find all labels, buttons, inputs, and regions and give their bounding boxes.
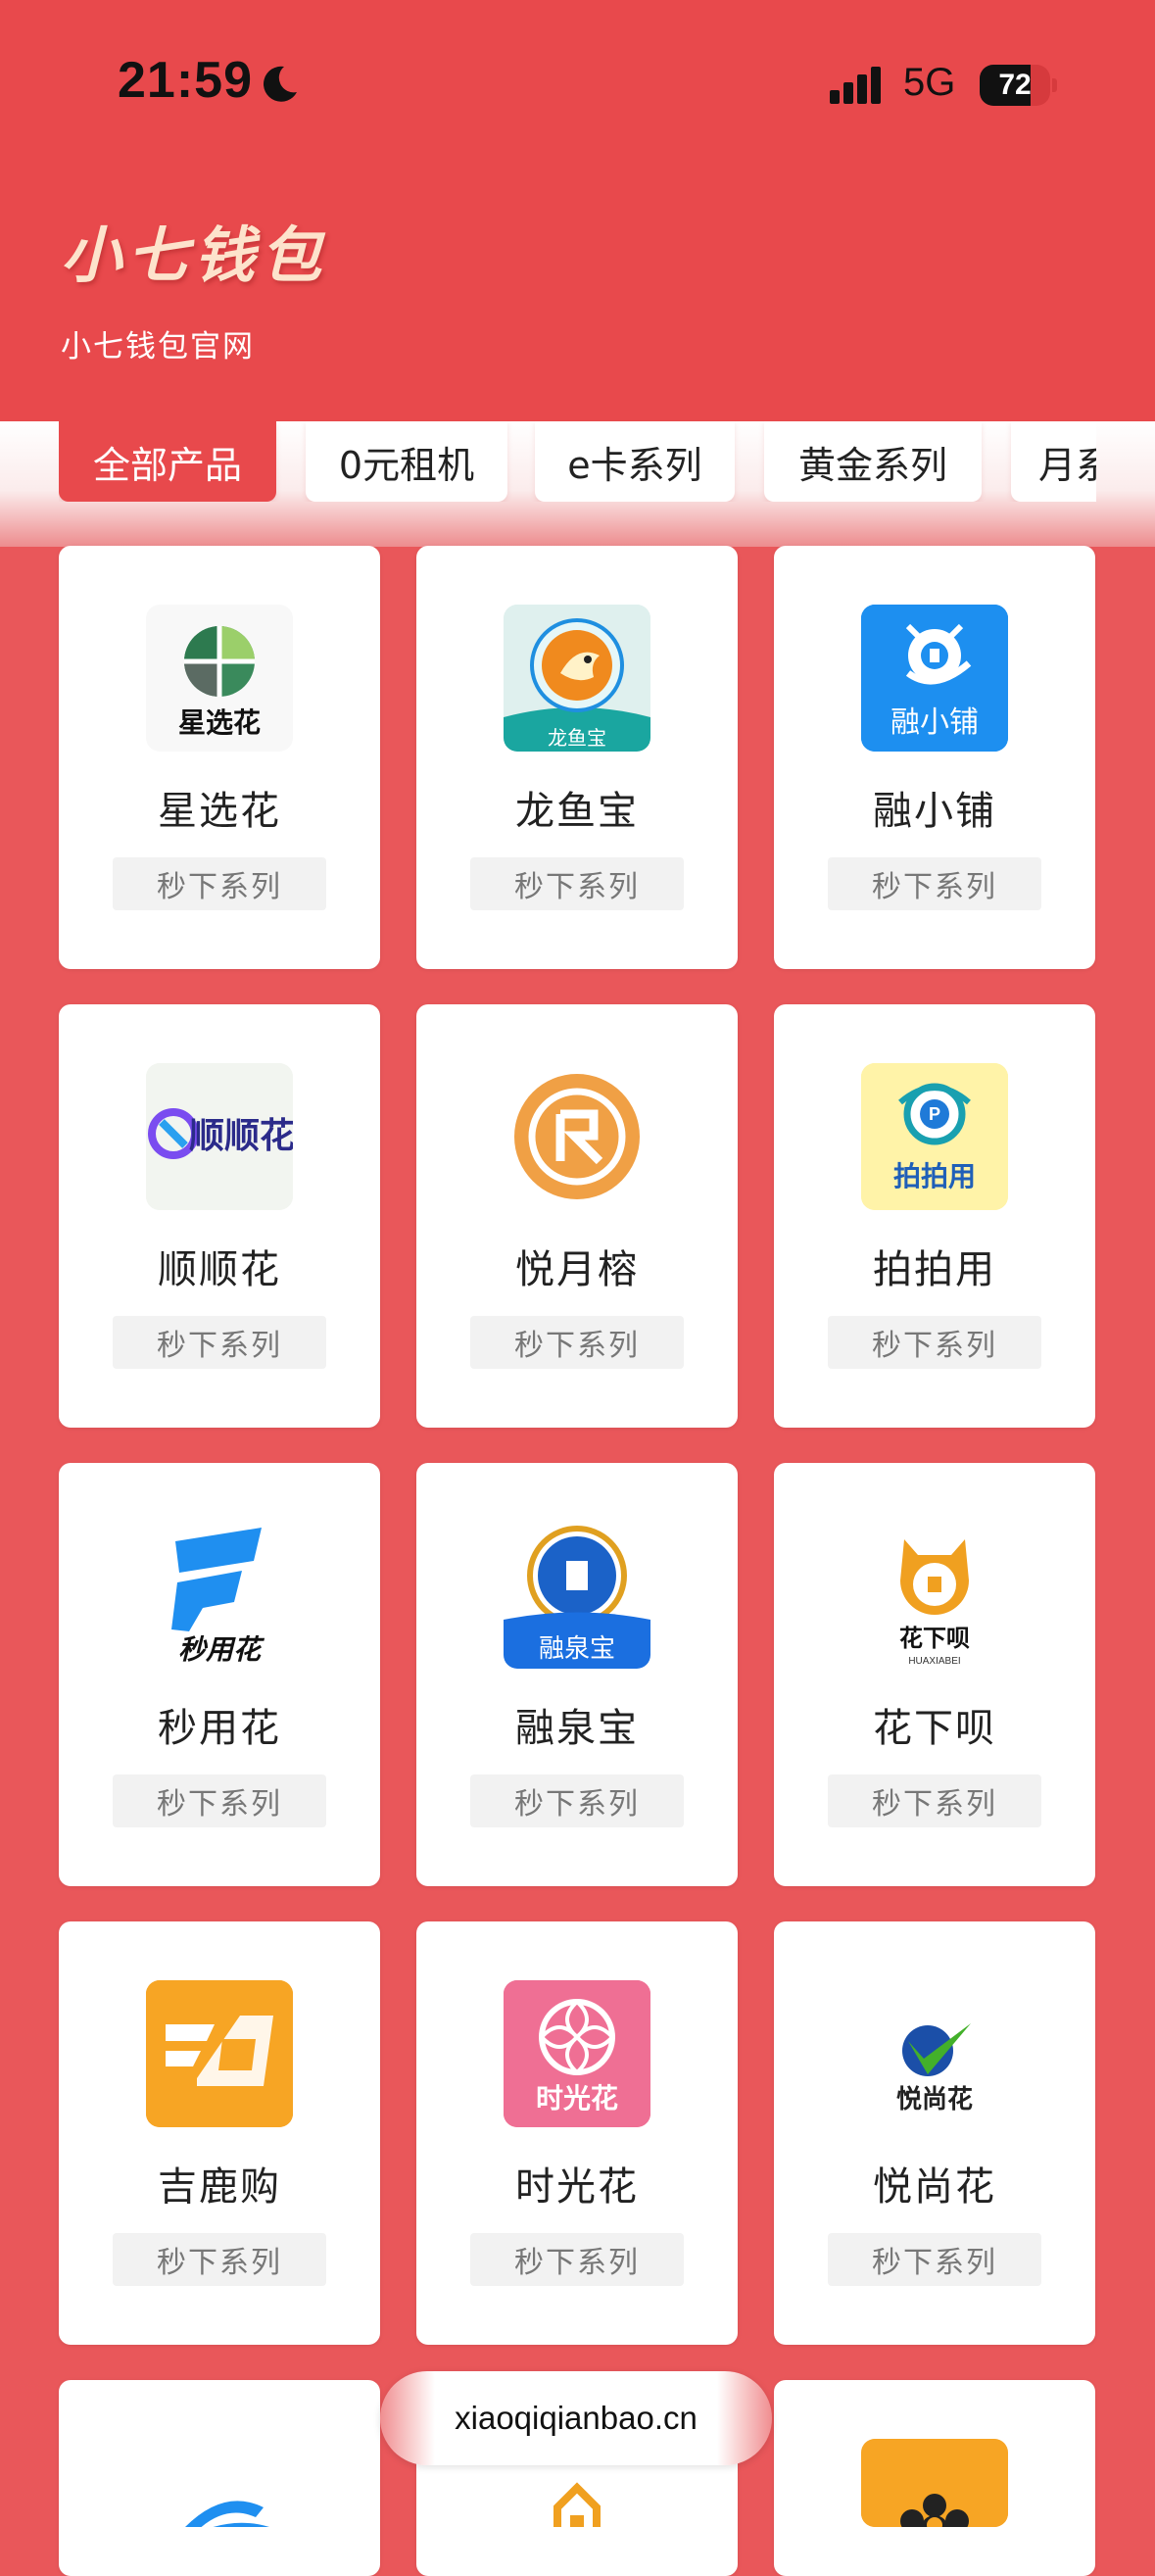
product-card[interactable]: 悦尚花 悦尚花 秒下系列 [774,1921,1095,2345]
category-tabs-bar: 全部产品 0元租机 e卡系列 黄金系列 月系 [0,421,1155,547]
product-name: 悦月榕 [515,1247,639,1292]
product-tag: 秒下系列 [470,857,684,910]
status-time: 21:59 [118,52,253,109]
partial-flower-logo-icon [861,2439,1008,2527]
logo-text: 悦尚花 [896,2084,973,2114]
logo-text: 顺顺花 [189,1116,293,1156]
product-name: 顺顺花 [158,1247,281,1292]
product-tag: 秒下系列 [828,2233,1041,2286]
logo-subtext: HUAXIABEI [908,1656,960,1667]
battery-icon: 72 [980,65,1050,106]
product-name: 融小铺 [873,789,996,834]
xingxuanhua-logo-icon: 星选花 [146,605,293,752]
product-name: 融泉宝 [515,1706,639,1751]
app-header: 21:59 5G 72 小七钱包 小七钱包官网 [0,0,1155,421]
network-label: 5G [903,61,956,104]
product-card[interactable]: 顺顺花 顺顺花 秒下系列 [59,1004,380,1428]
product-tag: 秒下系列 [113,2233,326,2286]
product-card[interactable]: P 拍拍用 拍拍用 秒下系列 [774,1004,1095,1428]
product-card[interactable]: 龙鱼宝 龙鱼宝 秒下系列 [416,546,738,969]
signal-icon [830,67,881,104]
partial-blue-logo-icon [146,2439,293,2527]
tab-monthly[interactable]: 月系 [1011,421,1096,502]
product-card[interactable]: 秒用花 秒用花 秒下系列 [59,1463,380,1886]
product-card[interactable] [774,2380,1095,2576]
yueshanghua-logo-icon: 悦尚花 [861,1980,1008,2127]
rongxiaopu-logo-icon: 融小铺 [861,605,1008,752]
site-url-pill[interactable]: xiaoqiqianbao.cn [380,2371,772,2465]
status-bar: 21:59 5G 72 [0,0,1155,171]
product-tag: 秒下系列 [470,2233,684,2286]
product-name: 秒用花 [158,1706,281,1751]
product-tag: 秒下系列 [470,1774,684,1827]
product-tag: 秒下系列 [470,1316,684,1369]
product-tag: 秒下系列 [828,1316,1041,1369]
product-card[interactable]: 融小铺 融小铺 秒下系列 [774,546,1095,969]
product-name: 时光花 [515,2164,639,2210]
tab-all-products[interactable]: 全部产品 [59,421,276,502]
yueyuerong-logo-icon [504,1063,650,1210]
product-card[interactable]: 融泉宝 融泉宝 秒下系列 [416,1463,738,1886]
product-name: 拍拍用 [873,1247,996,1292]
longyubao-logo-icon: 龙鱼宝 [504,605,650,752]
product-card[interactable] [59,2380,380,2576]
product-card[interactable]: 星选花 星选花 秒下系列 [59,546,380,969]
shiguanghua-logo-icon: 时光花 [504,1980,650,2127]
logo-text: 融小铺 [890,705,979,740]
app-subtitle: 小七钱包官网 [61,329,255,365]
logo-text: 龙鱼宝 [548,726,606,750]
product-name: 星选花 [158,789,281,834]
logo-text: 星选花 [178,706,261,739]
product-tag: 秒下系列 [113,1316,326,1369]
huaxiabei-logo-icon: 花下呗 HUAXIABEI [861,1522,1008,1669]
product-card[interactable]: 花下呗 HUAXIABEI 花下呗 秒下系列 [774,1463,1095,1886]
product-name: 花下呗 [873,1706,996,1751]
tab-ecard[interactable]: e卡系列 [535,421,735,502]
product-card[interactable]: 吉鹿购 秒下系列 [59,1921,380,2345]
logo-text: 拍拍用 [893,1160,976,1192]
logo-text: 融泉宝 [539,1634,615,1664]
rongquanbao-logo-icon: 融泉宝 [504,1522,650,1669]
category-tabs[interactable]: 全部产品 0元租机 e卡系列 黄金系列 月系 [59,421,1096,502]
battery-tip [1052,78,1057,92]
tab-gold[interactable]: 黄金系列 [764,421,982,502]
product-tag: 秒下系列 [828,1774,1041,1827]
moon-icon [264,66,297,102]
product-name: 悦尚花 [873,2164,996,2210]
logo-text: 秒用花 [178,1633,265,1666]
miaoyonghua-logo-icon: 秒用花 [146,1522,293,1669]
shunshunhua-logo-icon: 顺顺花 [146,1063,293,1210]
jilugou-logo-icon [146,1980,293,2127]
logo-text: 时光花 [536,2082,618,2114]
product-tag: 秒下系列 [113,857,326,910]
svg-text:P: P [929,1104,940,1124]
battery-level: 72 [998,69,1032,101]
logo-text: 花下呗 [899,1625,970,1652]
paipaiyong-logo-icon: P 拍拍用 [861,1063,1008,1210]
product-name: 龙鱼宝 [515,789,639,834]
product-tag: 秒下系列 [113,1774,326,1827]
tab-zero-rent[interactable]: 0元租机 [306,421,507,502]
app-title: 小七钱包 [61,219,328,291]
product-card[interactable]: 时光花 时光花 秒下系列 [416,1921,738,2345]
product-tag: 秒下系列 [828,857,1041,910]
product-card[interactable]: 悦月榕 秒下系列 [416,1004,738,1428]
product-name: 吉鹿购 [158,2164,281,2210]
